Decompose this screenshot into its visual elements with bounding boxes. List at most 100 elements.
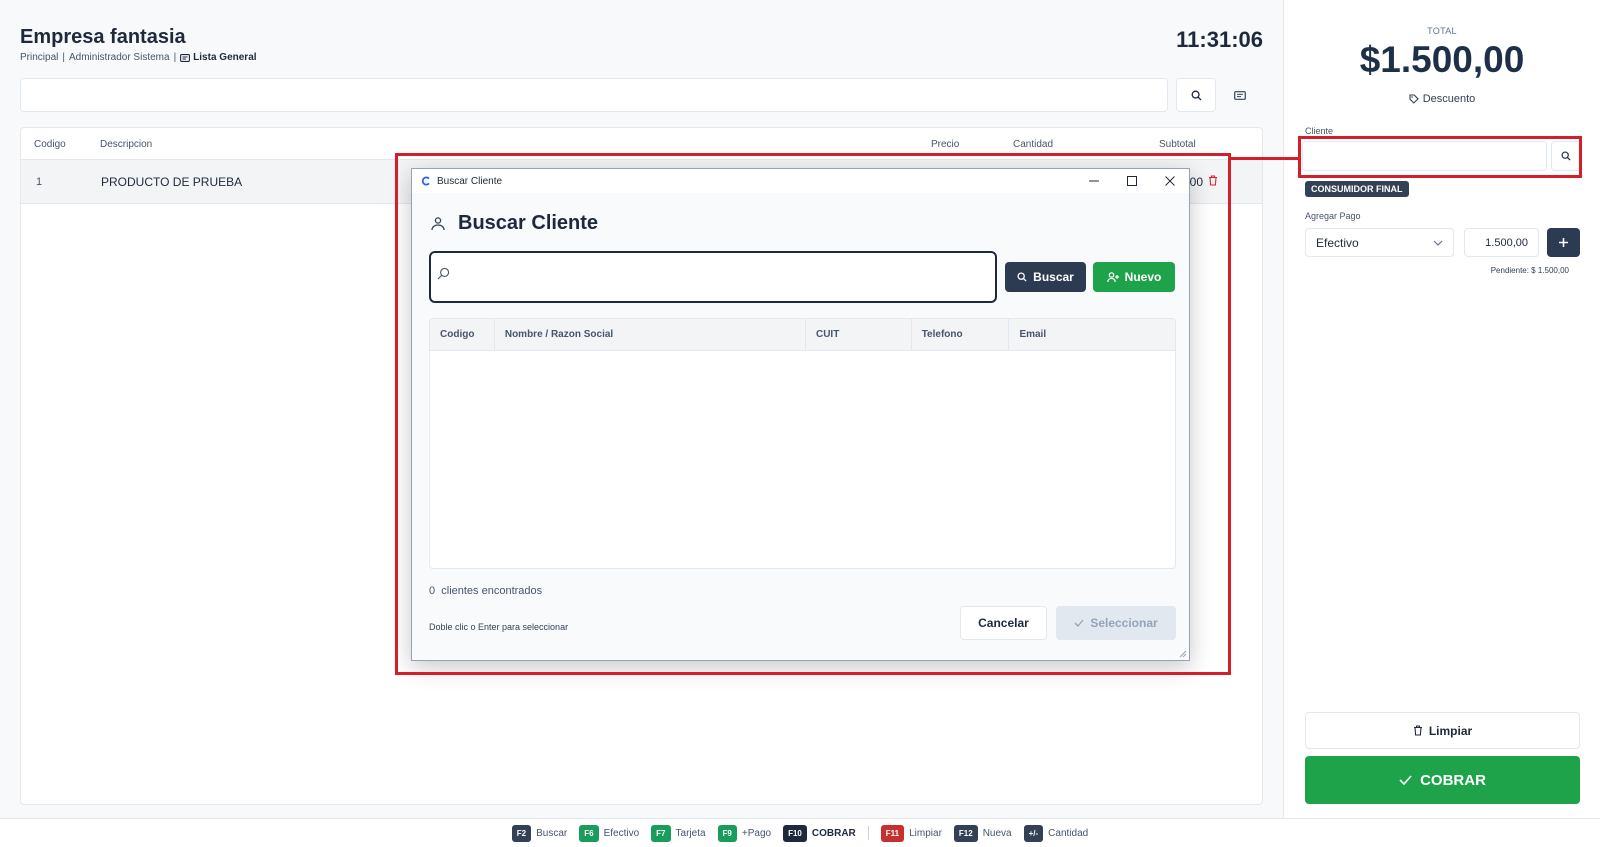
app-icon [421, 176, 430, 186]
maximize-icon [1127, 176, 1137, 186]
window-controls [1075, 169, 1189, 193]
client-search-button[interactable] [1551, 141, 1581, 171]
breadcrumb-branch: Principal [20, 52, 59, 63]
breadcrumb-pricelist[interactable]: Lista General [180, 52, 257, 63]
client-search-dialog: Buscar Cliente Buscar Cliente Buscar Nue… [411, 168, 1190, 661]
search-icon [1561, 151, 1571, 161]
search-button[interactable]: Buscar [1005, 262, 1086, 292]
clear-button[interactable]: Limpiar [1305, 712, 1580, 749]
result-count-label: clientes encontrados [441, 585, 543, 597]
resize-grip-icon[interactable] [1179, 650, 1187, 658]
shortcut-f6: F6 Efectivo [579, 824, 640, 842]
col-email[interactable]: Email [1009, 319, 1175, 350]
col-codigo[interactable]: Codigo [430, 319, 495, 350]
company-name: Empresa fantasia [20, 26, 186, 48]
search-icon [1017, 272, 1027, 282]
result-count: 0 clientes encontrados [429, 585, 542, 597]
shortcut-key: F12 [953, 824, 978, 842]
search-icon [437, 267, 450, 280]
dialog-window-title: Buscar Cliente [437, 175, 503, 187]
payment-method-value: Efectivo [1316, 235, 1359, 250]
col-descripcion: Descripcion [100, 139, 153, 150]
col-cuit[interactable]: CUIT [806, 319, 912, 350]
shortcut-f11: F11 Limpiar [880, 824, 942, 842]
payment-label: Agregar Pago [1305, 211, 1361, 221]
clear-label: Limpiar [1428, 723, 1473, 738]
shortcut-key: F7 [651, 824, 671, 842]
payment-method-select[interactable]: Efectivo [1305, 228, 1454, 257]
new-client-button[interactable]: Nuevo [1093, 262, 1175, 292]
col-telefono[interactable]: Telefono [912, 319, 1010, 350]
shortcut-f9: F9 +Pago [717, 824, 772, 842]
add-payment-button[interactable] [1547, 228, 1580, 257]
shortcut-key: F9 [717, 824, 737, 842]
discount-link[interactable]: Descuento [1284, 93, 1600, 105]
result-count-value: 0 [429, 585, 436, 597]
minimize-button[interactable] [1075, 169, 1113, 193]
add-user-icon [1106, 271, 1119, 282]
client-badge: CONSUMIDOR FINAL [1305, 181, 1409, 197]
new-client-label: Nuevo [1124, 270, 1162, 284]
shortcut-label: Nueva [982, 827, 1012, 839]
shortcut-label: +Pago [741, 827, 772, 839]
shortcut-label: Buscar [536, 827, 568, 839]
product-search-button[interactable] [1176, 78, 1216, 112]
shortcut-key: F11 [880, 824, 905, 842]
select-button[interactable]: Seleccionar [1056, 606, 1176, 640]
breadcrumb-user: Administrador Sistema [68, 52, 170, 63]
breadcrumb-separator: | [62, 52, 65, 63]
dialog-titlebar[interactable]: Buscar Cliente [412, 169, 1189, 193]
checkout-sidebar: TOTAL $1.500,00 Descuento Cliente CONSUM… [1283, 0, 1600, 818]
shortcut-label: COBRAR [811, 827, 856, 839]
select-button-label: Seleccionar [1090, 616, 1158, 630]
shortcut-qty: +/- Cantidad [1023, 824, 1089, 842]
col-subtotal: Subtotal [1159, 139, 1196, 150]
minimize-icon [1089, 180, 1099, 182]
shortcut-f12: F12 Nueva [953, 824, 1012, 842]
client-table-header: Codigo Nombre / Razon Social CUIT Telefo… [430, 319, 1175, 351]
close-button[interactable] [1151, 169, 1189, 193]
shortcut-separator [867, 826, 869, 840]
col-precio: Precio [931, 139, 960, 150]
product-search-input[interactable] [20, 78, 1168, 112]
shortcut-f7: F7 Tarjeta [651, 824, 706, 842]
total-amount: $1.500,00 [1359, 39, 1525, 80]
charge-label: COBRAR [1420, 771, 1486, 789]
trash-icon[interactable] [1208, 175, 1218, 189]
close-icon [1165, 176, 1175, 186]
cancel-button[interactable]: Cancelar [960, 606, 1047, 640]
charge-button[interactable]: COBRAR [1305, 756, 1580, 804]
shortcut-key: F2 [511, 824, 532, 842]
clock: 11:31:06 [1176, 27, 1263, 52]
col-nombre[interactable]: Nombre / Razon Social [495, 319, 806, 350]
shortcut-key: +/- [1023, 824, 1044, 842]
shortcut-f10: F10 COBRAR [783, 824, 856, 842]
select-hint: Doble clic o Enter para seleccionar [429, 622, 569, 632]
client-search-input[interactable] [429, 251, 997, 303]
check-icon [1399, 775, 1412, 785]
payment-amount-input[interactable]: 1.500,00 [1464, 228, 1539, 257]
search-button-label: Buscar [1033, 270, 1074, 284]
shortcut-label: Efectivo [603, 827, 640, 839]
check-icon [1074, 619, 1084, 627]
cart-table-header: Codigo Descripcion Precio Cantidad Subto… [21, 128, 1262, 160]
users-icon [431, 216, 445, 230]
shortcut-label: Limpiar [909, 827, 942, 839]
breadcrumb: Principal | Administrador Sistema | List… [20, 52, 257, 63]
pricelist-label: Lista General [193, 52, 257, 63]
client-input[interactable] [1302, 141, 1547, 171]
col-codigo: Codigo [34, 139, 66, 150]
tag-icon [1409, 94, 1419, 104]
shortcut-key: F6 [579, 824, 599, 842]
barcode-scan-button[interactable] [1232, 87, 1248, 103]
client-results-table: Codigo Nombre / Razon Social CUIT Telefo… [429, 318, 1176, 569]
shortcut-label: Cantidad [1048, 827, 1089, 839]
dialog-heading-text: Buscar Cliente [458, 212, 599, 234]
row-code: 1 [36, 176, 43, 188]
search-icon [1191, 90, 1201, 100]
dialog-heading: Buscar Cliente [430, 212, 598, 235]
shortcut-f2: F2 Buscar [511, 824, 568, 842]
col-cantidad: Cantidad [1013, 139, 1054, 150]
maximize-button[interactable] [1113, 169, 1151, 193]
shortcut-label: Tarjeta [675, 827, 706, 839]
